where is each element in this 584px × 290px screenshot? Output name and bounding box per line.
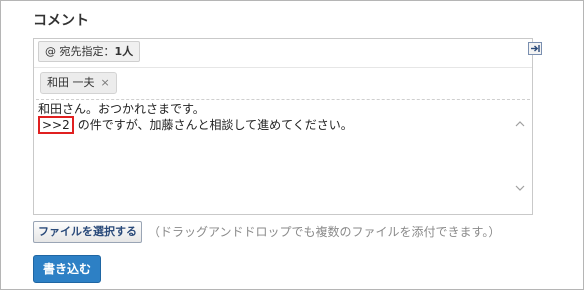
section-title: コメント [33, 13, 89, 29]
comment-line-rest: の件ですが、加藤さんと相談して進めてください。 [77, 118, 353, 132]
remove-recipient-icon[interactable]: × [101, 76, 110, 89]
chevron-down-icon[interactable] [514, 183, 526, 195]
destination-count: 1人 [114, 45, 134, 58]
recipient-chip: 和田 一夫 × [40, 72, 117, 94]
comment-line: 和田さん。おつかれさまです。 [38, 102, 205, 116]
expand-icon[interactable] [528, 42, 542, 55]
select-file-button[interactable]: ファイルを選択する [33, 221, 142, 243]
anchor-reference[interactable]: >>2 [38, 116, 74, 134]
destination-prefix: @ 宛先指定： [45, 45, 115, 58]
comment-editor[interactable]: @ 宛先指定：1人 和田 一夫 × 和田さん。おつかれさまです。 >>2 の件ですが… [33, 38, 533, 215]
comment-line: >>2 の件ですが、加藤さんと相談して進めてください。 [38, 116, 353, 134]
submit-button[interactable]: 書き込む [33, 255, 101, 283]
comment-panel: コメント @ 宛先指定：1人 和田 一夫 × 和田さん。おつかれさまです。 >>2… [0, 0, 584, 290]
chevron-up-icon[interactable] [514, 119, 526, 131]
file-drop-hint: （ドラッグアンドドロップでも複数のファイルを添付できます。） [148, 225, 501, 239]
recipient-name: 和田 一夫 [47, 76, 95, 89]
comment-textarea[interactable]: 和田さん。おつかれさまです。 >>2 の件ですが、加藤さんと相談して進めてください… [34, 100, 510, 210]
destination-button[interactable]: @ 宛先指定：1人 [38, 41, 141, 62]
divider [34, 67, 532, 68]
